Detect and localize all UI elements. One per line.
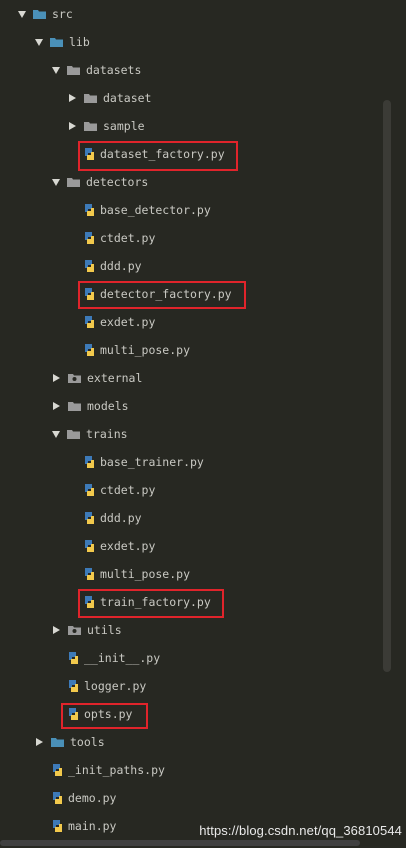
chevron-down-icon[interactable]: [52, 178, 60, 186]
tree-item-label: multi_pose.py: [100, 343, 191, 357]
tree-item-label: base_trainer.py: [100, 455, 204, 469]
tree-item-label: ctdet.py: [100, 483, 156, 497]
tree-item-label: tools: [70, 735, 105, 749]
tree-item-label: _init_paths.py: [68, 763, 165, 777]
tree-item-init-paths[interactable]: _init_paths.py: [52, 756, 165, 784]
tree-item-label: ddd.py: [100, 511, 142, 525]
tree-item-label: __init__.py: [84, 651, 161, 665]
python-file-icon: [84, 344, 95, 356]
tree-item-base-detector[interactable]: base_detector.py: [84, 196, 211, 224]
tree-item-label: sample: [103, 119, 145, 133]
tree-item-trains[interactable]: trains: [52, 420, 128, 448]
chevron-right-icon[interactable]: [53, 374, 60, 382]
tree-item-base-trainer[interactable]: base_trainer.py: [84, 448, 204, 476]
highlight-box-dataset-factory: [78, 141, 238, 171]
tree-item-lib[interactable]: lib: [35, 28, 90, 56]
tree-item-sample[interactable]: sample: [68, 112, 145, 140]
folder-open-icon: [67, 177, 80, 187]
tree-item-demo[interactable]: demo.py: [52, 784, 116, 812]
tree-item-detectors[interactable]: detectors: [52, 168, 148, 196]
tree-item-logger[interactable]: logger.py: [68, 672, 146, 700]
watermark-text: https://blog.csdn.net/qq_36810544: [199, 823, 402, 838]
python-file-icon: [84, 260, 95, 272]
python-file-icon: [84, 456, 95, 468]
python-file-icon: [84, 484, 95, 496]
tree-item-datasets[interactable]: datasets: [52, 56, 141, 84]
package-folder-icon: [68, 373, 81, 383]
tree-item-label: base_detector.py: [100, 203, 211, 217]
tree-item-label: ddd.py: [100, 259, 142, 273]
tree-item-dataset[interactable]: dataset: [68, 84, 151, 112]
folder-icon: [68, 401, 81, 411]
python-file-icon: [84, 540, 95, 552]
python-file-icon: [84, 568, 95, 580]
chevron-down-icon[interactable]: [18, 10, 26, 18]
highlight-box-train-factory: [78, 589, 224, 618]
python-file-icon: [84, 232, 95, 244]
tree-item-label: trains: [86, 427, 128, 441]
vertical-scrollbar[interactable]: [383, 100, 391, 672]
tree-item-src[interactable]: src: [18, 0, 73, 28]
highlight-box-detector-factory: [78, 281, 246, 309]
chevron-down-icon[interactable]: [35, 38, 43, 46]
tree-item-exdet-detector[interactable]: exdet.py: [84, 308, 155, 336]
tree-item-label: lib: [69, 35, 90, 49]
chevron-right-icon[interactable]: [69, 94, 76, 102]
folder-open-icon: [33, 9, 46, 19]
tree-item-models[interactable]: models: [52, 392, 129, 420]
tree-item-ddd-detector[interactable]: ddd.py: [84, 252, 142, 280]
tree-item-multi-pose-trainer[interactable]: multi_pose.py: [84, 560, 190, 588]
python-file-icon: [84, 512, 95, 524]
chevron-down-icon[interactable]: [52, 430, 60, 438]
folder-icon: [84, 93, 97, 103]
tree-item-multi-pose-detector[interactable]: multi_pose.py: [84, 336, 190, 364]
tree-item-label: exdet.py: [100, 315, 156, 329]
folder-icon: [84, 121, 97, 131]
highlight-box-opts: [61, 703, 148, 729]
tree-item-label: models: [87, 399, 129, 413]
chevron-down-icon[interactable]: [52, 66, 60, 74]
folder-open-icon: [67, 429, 80, 439]
chevron-right-icon[interactable]: [53, 402, 60, 410]
tree-item-label: datasets: [86, 63, 142, 77]
tree-item-main[interactable]: main.py: [52, 812, 116, 840]
tree-item-label: ctdet.py: [100, 231, 156, 245]
chevron-right-icon[interactable]: [69, 122, 76, 130]
tree-item-tools[interactable]: tools: [35, 728, 105, 756]
horizontal-scrollbar[interactable]: [0, 840, 360, 846]
tree-item-label: external: [87, 371, 143, 385]
tree-item-label: main.py: [68, 819, 117, 833]
chevron-right-icon[interactable]: [53, 626, 60, 634]
tree-item-label: src: [52, 7, 73, 21]
python-file-icon: [68, 652, 79, 664]
tree-item-init[interactable]: __init__.py: [68, 644, 160, 672]
python-file-icon: [52, 792, 63, 804]
tree-item-label: utils: [87, 623, 122, 637]
tree-item-label: demo.py: [68, 791, 117, 805]
chevron-right-icon[interactable]: [36, 738, 43, 746]
python-file-icon: [52, 764, 63, 776]
tree-item-ctdet-detector[interactable]: ctdet.py: [84, 224, 155, 252]
tree-item-exdet-trainer[interactable]: exdet.py: [84, 532, 155, 560]
tree-item-label: dataset: [103, 91, 152, 105]
python-file-icon: [84, 204, 95, 216]
tree-item-label: logger.py: [84, 679, 147, 693]
python-file-icon: [68, 680, 79, 692]
folder-open-icon: [67, 65, 80, 75]
python-file-icon: [84, 316, 95, 328]
folder-icon: [51, 737, 64, 747]
tree-item-ctdet-trainer[interactable]: ctdet.py: [84, 476, 155, 504]
package-folder-icon: [68, 625, 81, 635]
tree-item-external[interactable]: external: [52, 364, 142, 392]
tree-item-label: detectors: [86, 175, 149, 189]
tree-item-label: exdet.py: [100, 539, 156, 553]
python-file-icon: [52, 820, 63, 832]
folder-open-icon: [50, 37, 63, 47]
tree-item-utils[interactable]: utils: [52, 616, 122, 644]
tree-item-ddd-trainer[interactable]: ddd.py: [84, 504, 142, 532]
tree-item-label: multi_pose.py: [100, 567, 191, 581]
